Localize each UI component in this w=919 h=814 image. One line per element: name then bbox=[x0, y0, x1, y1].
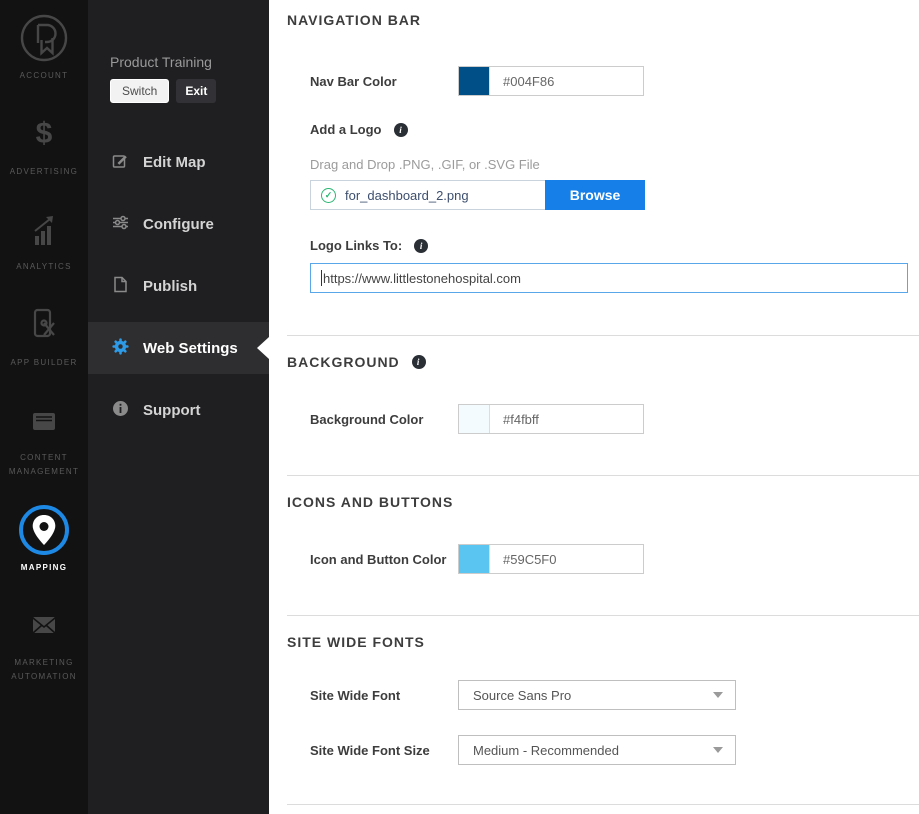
sidebar-item-app-builder[interactable]: APP BUILDER bbox=[0, 299, 88, 370]
active-item-arrow bbox=[257, 337, 269, 359]
secondary-sidebar: Product Training Switch Exit Edit Map bbox=[88, 0, 269, 814]
uploaded-file-name: for_dashboard_2.png bbox=[345, 188, 469, 203]
settings-panel: NAVIGATION BAR Nav Bar Color #004F86 Add… bbox=[269, 0, 919, 814]
site-font-size-label: Site Wide Font Size bbox=[310, 743, 458, 758]
sidebar-item-label: ACCOUNT bbox=[16, 69, 73, 83]
chevron-down-icon bbox=[713, 692, 723, 698]
primary-sidebar: ACCOUNT $ ADVERTISING ANALYTICS AP bbox=[0, 0, 88, 814]
section-title-icons-buttons: ICONS AND BUTTONS bbox=[287, 494, 919, 510]
edit-pencil-icon bbox=[112, 152, 129, 173]
info-icon[interactable]: i bbox=[414, 239, 428, 253]
menu-item-edit-map[interactable]: Edit Map bbox=[88, 136, 269, 188]
icon-button-color-value[interactable]: #59C5F0 bbox=[490, 545, 643, 573]
background-color-field: #f4fbff bbox=[458, 404, 644, 434]
section-title-navigation-bar: NAVIGATION BAR bbox=[287, 12, 919, 28]
sidebar-item-label: MARKETING AUTOMATION bbox=[0, 656, 88, 683]
site-font-dropdown[interactable]: Source Sans Pro bbox=[458, 680, 736, 710]
logo-links-input-wrap bbox=[310, 263, 908, 293]
sidebar-item-label: APP BUILDER bbox=[6, 356, 81, 370]
icon-button-color-row: Icon and Button Color #59C5F0 bbox=[310, 544, 919, 574]
logo-upload-row: ✓ for_dashboard_2.png Browse bbox=[310, 180, 919, 210]
section-title-text: SITE WIDE FONTS bbox=[287, 634, 425, 650]
add-logo-label-row: Add a Logo i bbox=[310, 122, 919, 137]
info-circle-icon bbox=[112, 400, 129, 421]
envelope-icon bbox=[26, 599, 62, 651]
sidebar-item-marketing-automation[interactable]: MARKETING AUTOMATION bbox=[0, 599, 88, 683]
section-divider bbox=[287, 475, 919, 476]
menu-item-label: Configure bbox=[143, 216, 214, 233]
uploaded-file-box: ✓ for_dashboard_2.png bbox=[310, 180, 545, 210]
archive-box-icon bbox=[26, 394, 62, 446]
logo-links-label-row: Logo Links To: i bbox=[310, 238, 919, 253]
site-font-value: Source Sans Pro bbox=[473, 688, 571, 703]
menu-item-label: Web Settings bbox=[143, 340, 238, 357]
sidebar-item-content-management[interactable]: CONTENT MANAGEMENT bbox=[0, 394, 88, 478]
info-icon[interactable]: i bbox=[394, 123, 408, 137]
switch-button[interactable]: Switch bbox=[110, 79, 169, 103]
nav-bar-color-row: Nav Bar Color #004F86 bbox=[310, 66, 919, 96]
site-font-size-value: Medium - Recommended bbox=[473, 743, 619, 758]
logo-links-label: Logo Links To: bbox=[310, 238, 402, 253]
sidebar-item-analytics[interactable]: ANALYTICS bbox=[0, 203, 88, 274]
chevron-down-icon bbox=[713, 747, 723, 753]
section-title-text: NAVIGATION BAR bbox=[287, 12, 421, 28]
menu-item-label: Publish bbox=[143, 278, 197, 295]
nav-bar-color-label: Nav Bar Color bbox=[310, 74, 458, 89]
menu-item-label: Support bbox=[143, 402, 201, 419]
menu-item-configure[interactable]: Configure bbox=[88, 198, 269, 250]
sidebar-item-label: ANALYTICS bbox=[12, 260, 76, 274]
sidebar-item-account[interactable]: ACCOUNT bbox=[0, 12, 88, 83]
sidebar-item-mapping[interactable]: MAPPING bbox=[0, 504, 88, 575]
nav-bar-color-swatch[interactable] bbox=[459, 67, 490, 95]
section-divider bbox=[287, 804, 919, 805]
sidebar-item-label: CONTENT MANAGEMENT bbox=[0, 451, 88, 478]
section-title-text: BACKGROUND bbox=[287, 354, 400, 370]
analytics-chart-icon bbox=[26, 203, 62, 255]
background-color-value[interactable]: #f4fbff bbox=[490, 405, 643, 433]
site-font-size-dropdown[interactable]: Medium - Recommended bbox=[458, 735, 736, 765]
section-title-site-fonts: SITE WIDE FONTS bbox=[287, 634, 919, 650]
add-logo-label: Add a Logo bbox=[310, 122, 382, 137]
menu-item-label: Edit Map bbox=[143, 154, 206, 171]
sidebar-item-label: MAPPING bbox=[17, 561, 71, 575]
section-title-text: ICONS AND BUTTONS bbox=[287, 494, 453, 510]
section-title-background: BACKGROUND i bbox=[287, 354, 919, 370]
secondary-menu: Edit Map Configure Publish bbox=[88, 136, 269, 446]
background-color-label: Background Color bbox=[310, 412, 458, 427]
account-logo-icon bbox=[18, 12, 70, 64]
project-header: Product Training Switch Exit bbox=[88, 0, 269, 103]
background-color-swatch[interactable] bbox=[459, 405, 490, 433]
nav-bar-color-field: #004F86 bbox=[458, 66, 644, 96]
dollar-icon: $ bbox=[36, 108, 53, 160]
map-pin-icon bbox=[17, 504, 71, 556]
menu-item-support[interactable]: Support bbox=[88, 384, 269, 436]
browse-button[interactable]: Browse bbox=[545, 180, 645, 210]
exit-button[interactable]: Exit bbox=[176, 79, 216, 103]
menu-item-web-settings[interactable]: Web Settings bbox=[88, 322, 269, 374]
info-icon[interactable]: i bbox=[412, 355, 426, 369]
background-color-row: Background Color #f4fbff bbox=[310, 404, 919, 434]
document-icon bbox=[112, 276, 129, 297]
gear-icon bbox=[112, 338, 129, 359]
phone-tools-icon bbox=[25, 299, 63, 351]
drag-drop-hint: Drag and Drop .PNG, .GIF, or .SVG File bbox=[310, 157, 919, 172]
site-font-label: Site Wide Font bbox=[310, 688, 458, 703]
section-divider bbox=[287, 615, 919, 616]
icon-button-color-field: #59C5F0 bbox=[458, 544, 644, 574]
site-font-size-row: Site Wide Font Size Medium - Recommended bbox=[310, 735, 919, 765]
menu-item-publish[interactable]: Publish bbox=[88, 260, 269, 312]
section-divider bbox=[287, 335, 919, 336]
sliders-icon bbox=[112, 214, 129, 235]
sidebar-item-label: ADVERTISING bbox=[6, 165, 82, 179]
icon-button-color-swatch[interactable] bbox=[459, 545, 490, 573]
nav-bar-color-value[interactable]: #004F86 bbox=[490, 67, 643, 95]
text-caret bbox=[321, 270, 322, 286]
sidebar-item-advertising[interactable]: $ ADVERTISING bbox=[0, 108, 88, 179]
logo-links-input[interactable] bbox=[310, 263, 908, 293]
icon-button-color-label: Icon and Button Color bbox=[310, 552, 458, 567]
check-icon: ✓ bbox=[321, 188, 336, 203]
site-font-row: Site Wide Font Source Sans Pro bbox=[310, 680, 919, 710]
project-title: Product Training bbox=[110, 54, 269, 70]
